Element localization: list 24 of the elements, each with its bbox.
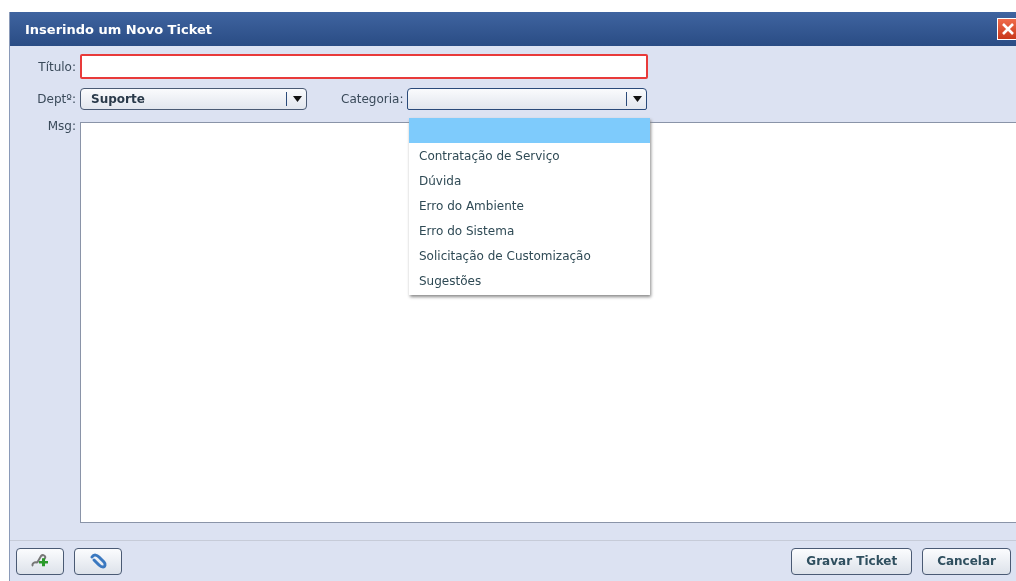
field-label: Msg: <box>46 119 76 133</box>
link-add-icon <box>30 553 50 569</box>
field-label: Categoria: <box>341 92 404 106</box>
close-button[interactable] <box>997 18 1016 40</box>
title-field[interactable] <box>80 54 648 79</box>
window-title: Inserindo um Novo Ticket <box>25 21 212 37</box>
attach-button[interactable] <box>74 547 122 575</box>
add-link-button[interactable] <box>16 547 64 575</box>
department-dropdown[interactable]: Suporte <box>80 88 307 110</box>
dropdown-option[interactable]: Sugestões <box>409 268 650 293</box>
field-label: Deptº: <box>36 92 76 106</box>
dropdown-option[interactable]: Contratação de Serviço <box>409 143 650 168</box>
dropdown-option[interactable]: Erro do Ambiente <box>409 193 650 218</box>
caret-icon <box>633 96 643 102</box>
close-icon <box>1001 23 1014 35</box>
field-label: Título: <box>37 59 76 74</box>
dropdown-option[interactable]: Dúvida <box>409 168 650 193</box>
paperclip-icon <box>88 553 108 569</box>
dropdown-option[interactable]: Erro do Sistema <box>409 218 650 243</box>
save-button[interactable]: Gravar Ticket <box>791 547 913 575</box>
caret-icon <box>293 96 302 102</box>
dropdown-option[interactable]: Solicitação de Customização <box>409 243 650 268</box>
category-dropdown[interactable] <box>407 88 648 110</box>
cancel-button[interactable]: Cancelar <box>922 547 1011 575</box>
